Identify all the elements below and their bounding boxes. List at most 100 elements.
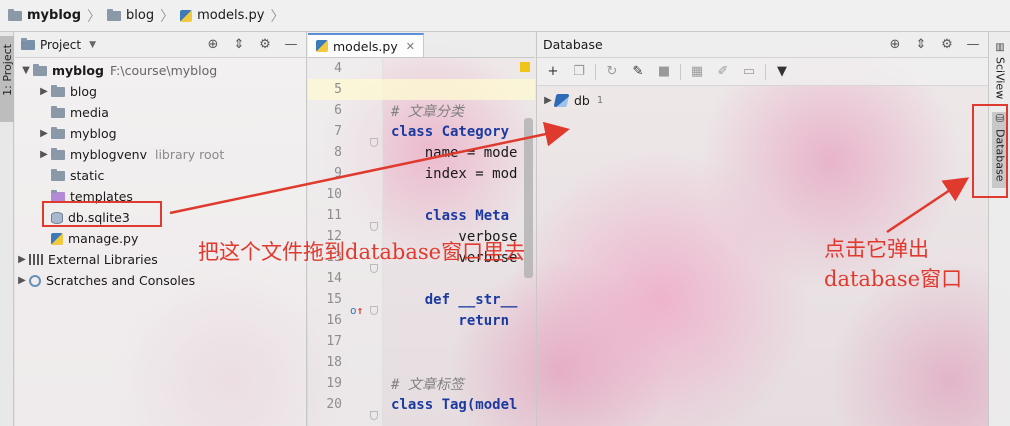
breadcrumb-label: myblog (27, 8, 82, 23)
line-number: 19 (326, 376, 342, 391)
table-icon[interactable]: ▦ (687, 63, 707, 81)
scratch-icon (29, 274, 41, 287)
code-line: 19 # 文章标签 (308, 373, 535, 394)
line-number: 7 (334, 124, 342, 139)
breadcrumb-item-blog[interactable]: blog (103, 5, 158, 27)
close-icon[interactable]: ✕ (406, 40, 415, 53)
locate-icon[interactable]: ⊕ (204, 37, 222, 52)
project-tool-tab[interactable]: 1: Project (0, 36, 14, 122)
warning-marker-icon[interactable] (520, 62, 530, 72)
line-number: 17 (326, 334, 342, 349)
tree-item-label: Scratches and Consoles (46, 273, 196, 288)
code-line: 4 (308, 58, 535, 79)
line-text: class Tag(model (391, 396, 518, 413)
line-text: def __str__ (391, 291, 518, 308)
chevron-down-icon[interactable]: ▼ (89, 40, 96, 50)
fold-marker-icon[interactable] (370, 410, 378, 420)
code-line: 12 verbose (308, 226, 535, 247)
breadcrumb-separator: 〉 (87, 8, 102, 25)
folder-icon (51, 84, 65, 97)
tree-item-label: db.sqlite3 (68, 210, 130, 225)
collapse-all-icon[interactable]: ⇕ (230, 37, 248, 52)
line-number: 11 (326, 208, 342, 223)
gear-icon[interactable]: ⚙ (938, 37, 956, 52)
properties-icon[interactable]: ✎ (628, 63, 648, 81)
code-editor: models.py ✕ 4 5 6 # 文章分类 7 class Category … (308, 32, 535, 426)
tree-item-myblogvenv[interactable]: ▶ myblogvenv library root (37, 144, 224, 165)
line-number: 13 (326, 250, 342, 265)
code-line: 8 name = mode (308, 142, 535, 163)
console-icon[interactable]: ▭ (739, 63, 759, 81)
tree-item-scratches[interactable]: ▶ Scratches and Consoles (15, 270, 195, 291)
toolbar-separator (680, 63, 681, 80)
editor-scrollbar[interactable] (524, 118, 533, 278)
tree-item-external-libraries[interactable]: ▶ External Libraries (15, 249, 158, 270)
database-tool-tab[interactable]: ⛁ Database (992, 112, 1008, 188)
folder-icon (51, 189, 65, 202)
tree-item-manage-py[interactable]: manage.py (51, 228, 138, 249)
chevron-right-icon[interactable]: ▶ (37, 149, 51, 160)
project-view-icon (21, 37, 35, 50)
code-line: 13 verbose (308, 247, 535, 273)
project-panel-header: Project ▼ ⊕ ⇕ ⚙ — (15, 32, 306, 58)
chevron-right-icon[interactable]: ▶ (15, 275, 29, 286)
stop-icon[interactable]: ■ (654, 63, 674, 81)
collapse-all-icon[interactable]: ⇕ (912, 37, 930, 52)
line-text: # 文章分类 (391, 103, 464, 120)
line-number: 18 (326, 355, 342, 370)
breadcrumb-item-file[interactable]: models.py (176, 5, 268, 27)
tree-item-label: External Libraries (48, 252, 158, 267)
breadcrumb-separator: 〉 (160, 8, 175, 25)
tree-item-templates[interactable]: templates (51, 186, 133, 207)
minimize-icon[interactable]: — (282, 37, 300, 52)
gear-icon[interactable]: ⚙ (256, 37, 274, 52)
line-number: 15 (326, 292, 342, 307)
sciview-tool-tab[interactable]: ▥ SciView (992, 42, 1008, 104)
chevron-right-icon[interactable]: ▶ (37, 128, 51, 139)
tree-item-blog[interactable]: ▶ blog (37, 81, 97, 102)
tree-item-media[interactable]: media (51, 102, 109, 123)
line-number: 9 (334, 166, 342, 181)
tree-item-label: myblog (52, 63, 104, 78)
right-tool-window-strip: ▥ SciView ⛁ Database (988, 32, 1010, 426)
tree-item-label: static (70, 168, 105, 183)
edit-icon[interactable]: ✐ (713, 63, 733, 81)
chevron-right-icon[interactable]: ▶ (541, 95, 555, 106)
filter-icon[interactable]: ▼ (772, 63, 792, 81)
tree-item-static[interactable]: static (51, 165, 104, 186)
locate-icon[interactable]: ⊕ (886, 37, 904, 52)
project-tree: ▼ myblog F:\course\myblog ▶ blog media ▶… (15, 58, 306, 288)
left-tool-window-strip: 1: Project (0, 32, 14, 426)
chevron-down-icon[interactable]: ▼ (19, 65, 33, 76)
datasource-label: db (574, 92, 590, 108)
datasource-icon (553, 93, 570, 107)
breadcrumb-item-project[interactable]: myblog (4, 5, 85, 27)
chevron-right-icon[interactable]: ▶ (37, 86, 51, 97)
duplicate-icon[interactable]: ❐ (569, 63, 589, 81)
tree-item-label: manage.py (68, 231, 139, 246)
datasource-db[interactable]: ▶ db 1 (541, 90, 603, 110)
toolbar-separator (765, 63, 766, 80)
code-line: 16 return (308, 310, 535, 331)
folder-icon (33, 63, 47, 76)
tree-item-myblog[interactable]: ▶ myblog (37, 123, 116, 144)
database-tab-label: Database (993, 129, 1007, 182)
minimize-icon[interactable]: — (964, 37, 982, 52)
tree-item-label: blog (70, 84, 97, 99)
folder-icon (51, 105, 65, 118)
tree-item-myblog-root[interactable]: ▼ myblog F:\course\myblog (19, 60, 217, 81)
code-line: 11 class Meta (308, 205, 535, 231)
add-icon[interactable]: + (543, 63, 563, 81)
folder-icon (51, 147, 65, 160)
editor-tab-bar: models.py ✕ (308, 32, 535, 58)
code-area[interactable]: 4 5 6 # 文章分类 7 class Category 8 name = mod… (308, 58, 535, 426)
tree-item-label: myblogvenv (70, 147, 147, 162)
project-view-selector[interactable]: Project (40, 38, 81, 52)
line-text: index = mod (391, 165, 518, 182)
code-line: 7 class Category (308, 121, 535, 147)
refresh-icon[interactable]: ↻ (602, 63, 622, 81)
chevron-right-icon[interactable]: ▶ (15, 254, 29, 265)
line-text: # 文章标签 (391, 376, 464, 393)
tree-item-db-sqlite3[interactable]: db.sqlite3 (51, 207, 130, 228)
editor-tab-models-py[interactable]: models.py ✕ (308, 33, 424, 57)
